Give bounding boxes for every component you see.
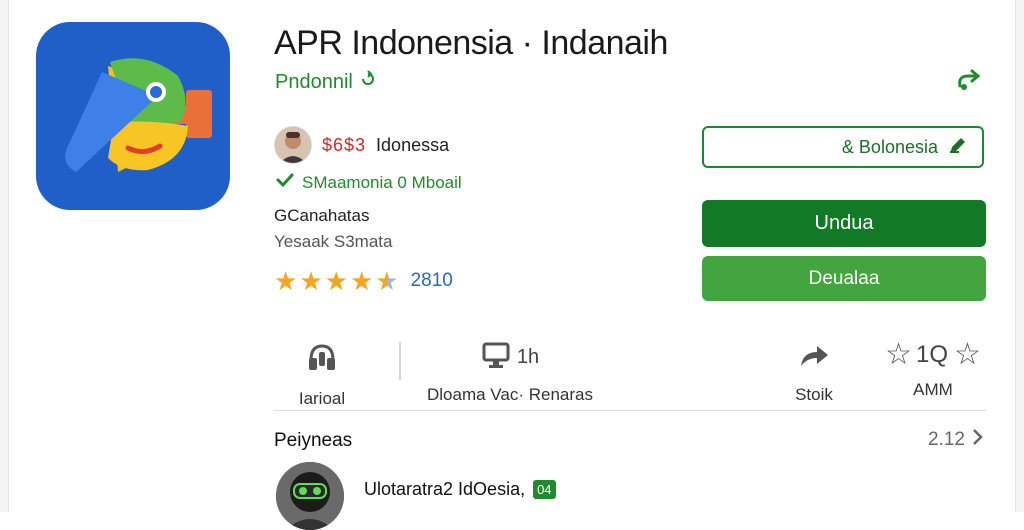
stat-label: AMM xyxy=(913,380,953,399)
stat-value: 1Q xyxy=(915,341,948,368)
reviews-section-title: Peiyneas xyxy=(274,430,353,451)
review-item[interactable]: Ulotaratra2 IdOesia, 04 xyxy=(276,462,556,530)
developer-name: Idonessa xyxy=(376,134,450,155)
sub-category-label: Yesaak S3mata xyxy=(274,232,393,251)
stat-label: Iarioal xyxy=(298,389,346,408)
developer-avatar xyxy=(274,126,312,164)
edit-icon xyxy=(948,136,968,159)
star-half-icon: ★ xyxy=(375,266,399,296)
stat-value: 1h xyxy=(516,346,540,368)
category-label: GCanahatas xyxy=(274,206,370,225)
publisher-name: Pndonnil xyxy=(275,70,353,93)
star-outline-icon: ☆ xyxy=(954,338,981,371)
stat-divider xyxy=(399,342,401,380)
reviewer-avatar xyxy=(276,462,344,530)
country-button-label: & Bolonesia xyxy=(841,136,938,157)
developer-code: $6$3 xyxy=(322,134,367,155)
star-icon: ★ xyxy=(274,266,298,296)
developer-row[interactable]: $6$3 Idonessa xyxy=(274,126,449,164)
rating-row[interactable]: ★ ★ ★ ★ ★ 2810 xyxy=(274,268,453,294)
reviews-section-more[interactable]: 2.12 xyxy=(928,428,983,452)
share-icon[interactable] xyxy=(954,68,984,94)
stat-audio[interactable]: Iarioal xyxy=(290,340,354,409)
window-left-edge xyxy=(0,0,9,512)
detail-button[interactable]: Deualaa xyxy=(702,256,986,301)
verified-label: SMaamonia 0 Mboail xyxy=(302,172,462,192)
reviews-count: 2.12 xyxy=(928,429,965,450)
headphones-icon xyxy=(305,340,339,379)
monitor-icon xyxy=(481,340,513,375)
app-icon xyxy=(36,22,230,210)
app-logo-graphic xyxy=(65,58,212,172)
verified-row: SMaamonia 0 Mboail xyxy=(276,172,462,193)
star-icon: ★ xyxy=(324,266,348,296)
app-title: APR Indonensia · Indanaih xyxy=(274,24,668,62)
window-right-edge xyxy=(1015,0,1024,512)
review-text-row: Ulotaratra2 IdOesia, 04 xyxy=(364,479,556,500)
rating-stars: ★ ★ ★ ★ ★ xyxy=(274,268,399,294)
rating-count: 2810 xyxy=(410,270,453,291)
stat-label: Dloama Vac· Renaras xyxy=(427,385,593,404)
star-icon: ★ xyxy=(299,266,323,296)
refresh-icon xyxy=(359,70,377,94)
check-icon xyxy=(276,172,294,193)
stat-label: Stoik xyxy=(795,385,833,404)
chevron-right-icon xyxy=(971,428,983,452)
star-icon: ★ xyxy=(349,266,374,296)
review-badge: 04 xyxy=(533,479,556,499)
install-button[interactable]: Undua xyxy=(702,200,986,247)
stat-share[interactable]: Stoik xyxy=(786,340,842,405)
section-divider xyxy=(274,410,986,411)
country-button[interactable]: & Bolonesia xyxy=(702,126,984,168)
star-outline-icon: ☆ xyxy=(885,338,912,371)
publisher-link[interactable]: Pndonnil xyxy=(275,70,377,94)
share-arrow-icon xyxy=(797,340,831,375)
stat-display[interactable]: 1h Dloama Vac· Renaras xyxy=(420,340,600,405)
stat-rating[interactable]: ☆ 1Q ☆ AMM xyxy=(878,340,988,400)
review-text: Ulotaratra2 IdOesia, xyxy=(364,478,526,499)
